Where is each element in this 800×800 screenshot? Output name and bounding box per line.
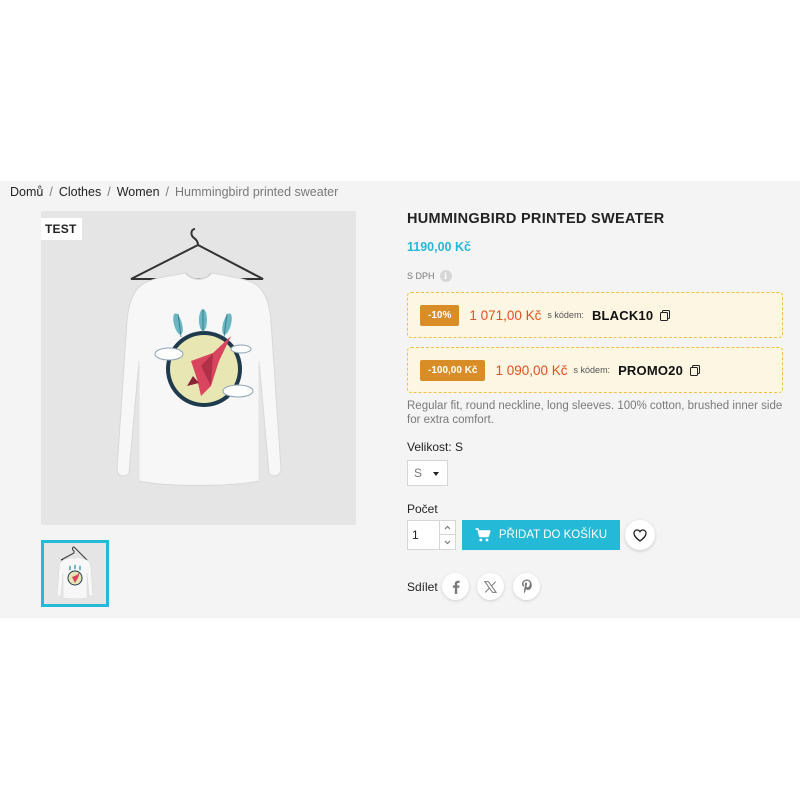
share-label: Sdílet [407,580,438,594]
product-main-image[interactable]: TEST [41,211,356,525]
promo-code-label: s kódem: [573,365,611,375]
promo-code-box: -100,00 Kč 1 090,00 Kč s kódem: PROMO20 [407,347,783,393]
discount-badge: -100,00 Kč [420,359,486,381]
promo-code-label: s kódem: [547,310,584,320]
tax-label: S DPH [407,271,435,281]
promo-code-box: -10% 1 071,00 Kč s kódem: BLACK10 [407,292,783,338]
breadcrumb-home[interactable]: Domů [10,185,43,199]
pinterest-share-button[interactable] [513,573,540,600]
tax-info: S DPH i [407,270,452,282]
quantity-increase-button[interactable] [439,521,455,535]
breadcrumb-separator: / [49,185,53,199]
quantity-decrease-button[interactable] [439,535,455,549]
heart-icon [633,528,647,542]
promo-code[interactable]: PROMO20 [618,363,683,378]
chevron-up-icon [444,525,451,530]
info-icon[interactable]: i [439,270,452,282]
product-flag-badge: TEST [41,218,83,240]
discount-badge: -10% [420,304,460,326]
product-description: Regular fit, round neckline, long sleeve… [407,400,783,426]
size-label: Velikost: S [407,440,464,454]
quantity-stepper: 1 [407,520,456,550]
product-thumbnail[interactable] [41,540,109,607]
sweater-image [116,228,282,486]
promo-code[interactable]: BLACK10 [592,308,653,323]
facebook-share-button[interactable] [442,573,469,600]
pinterest-icon [521,579,532,594]
discounted-price: 1 071,00 Kč [469,307,542,323]
breadcrumb-current: Hummingbird printed sweater [175,185,339,199]
quantity-input[interactable]: 1 [408,521,441,549]
breadcrumb-clothes[interactable]: Clothes [59,185,101,199]
chevron-down-icon [444,540,451,544]
quantity-label: Počet [407,502,438,516]
breadcrumb-separator: / [107,185,111,199]
add-to-cart-label: PŘIDAT DO KOŠÍKU [498,529,608,541]
breadcrumb-women[interactable]: Women [117,185,160,199]
add-to-cart-button[interactable]: PŘIDAT DO KOŠÍKU [462,520,620,550]
product-title: HUMMINGBIRD PRINTED SWEATER [407,211,665,227]
caret-down-icon [433,472,439,476]
x-share-button[interactable] [477,573,504,600]
copy-icon[interactable] [690,364,701,376]
wishlist-button[interactable] [625,520,655,550]
facebook-icon [452,580,460,594]
product-price: 1190,00 Kč [407,240,471,254]
cart-icon [475,528,491,542]
copy-icon[interactable] [660,309,671,321]
size-select-value: S [414,466,423,480]
size-select[interactable]: S [407,460,448,486]
breadcrumb-separator: / [165,185,170,199]
x-icon [484,580,497,593]
breadcrumb: Domů / Clothes / Women / Hummingbird printed s… [10,185,338,199]
sweater-thumbnail-image [56,546,94,599]
discounted-price: 1 090,00 Kč [495,362,568,378]
